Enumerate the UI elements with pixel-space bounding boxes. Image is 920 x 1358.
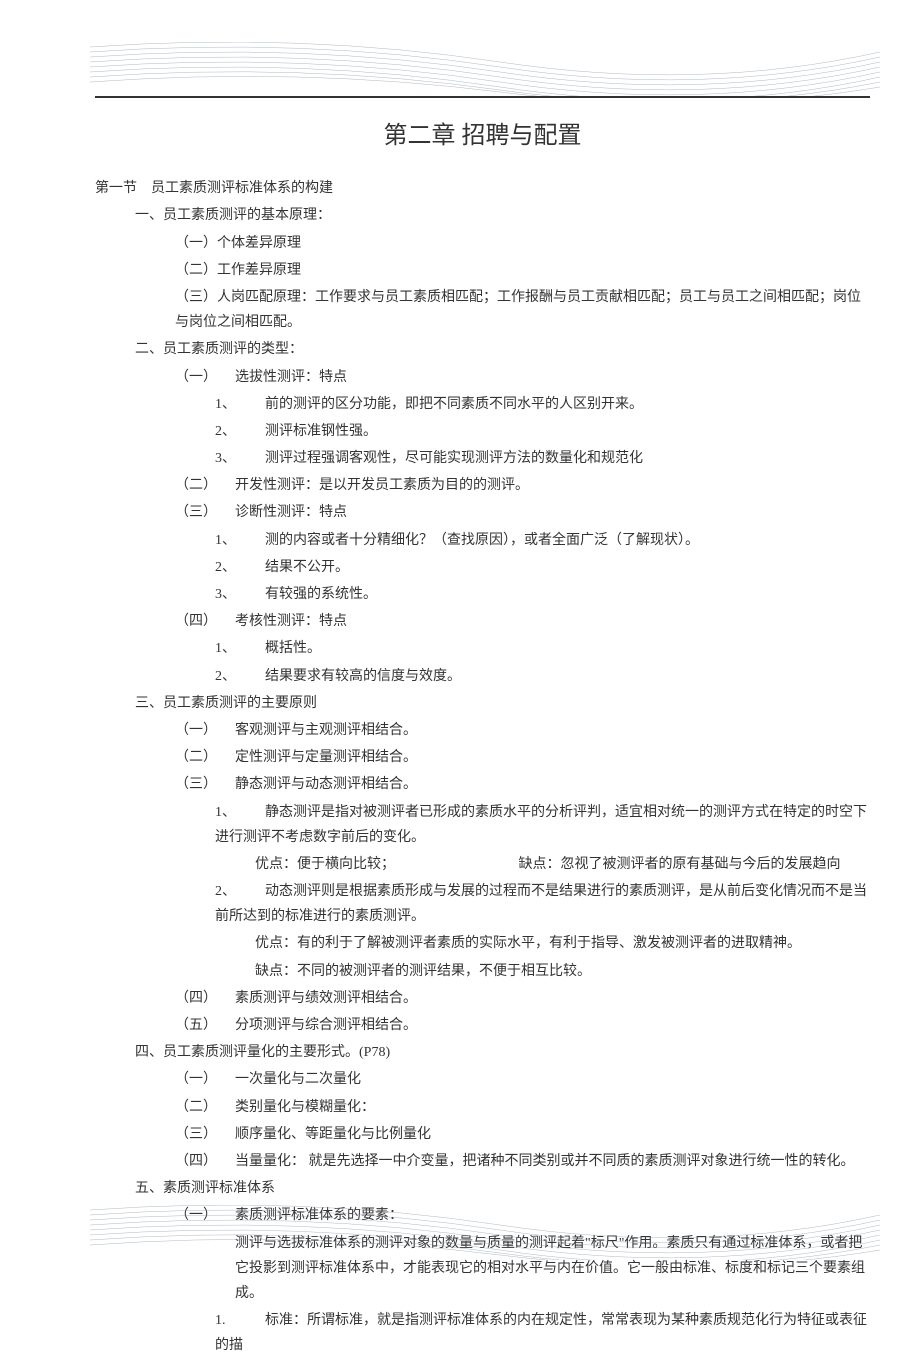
list-item: （一）一次量化与二次量化 <box>95 1067 870 1092</box>
list-item: （三）人岗匹配原理：工作要求与员工素质相匹配；工作报酬与员工贡献相匹配；员工与员… <box>95 285 870 335</box>
sub-heading: （二）开发性测评：是以开发员工素质为目的的测评。 <box>95 473 870 498</box>
list-item: 1、测的内容或者十分精细化？（查找原因），或者全面广泛（了解现状）。 <box>95 528 870 553</box>
list-item: （四）当量量化： 就是先选择一中介变量，把诸种不同类别或并不同质的素质测评对象进… <box>95 1149 870 1174</box>
list-item: （一）客观测评与主观测评相结合。 <box>95 718 870 743</box>
part-heading: 一、员工素质测评的基本原理： <box>95 203 870 228</box>
document-content: 第二章 招聘与配置 第一节 员工素质测评标准体系的构建 一、员工素质测评的基本原… <box>95 115 870 1202</box>
list-item: 1.标准：所谓标准，就是指测评标准体系的内在规定性，常常表现为某种素质规范化行为… <box>95 1308 870 1358</box>
chapter-title: 第二章 招聘与配置 <box>95 115 870 158</box>
list-item: （二）定性测评与定量测评相结合。 <box>95 745 870 770</box>
list-item: （三）顺序量化、等距量化与比例量化 <box>95 1122 870 1147</box>
list-item: 2、测评标准钢性强。 <box>95 419 870 444</box>
section-title: 第一节 员工素质测评标准体系的构建 <box>95 176 870 201</box>
footer-decoration <box>0 1205 920 1260</box>
advantage-disadvantage: 优点：便于横向比较； 缺点：忽视了被测评者的原有基础与今后的发展趋向 <box>95 852 870 877</box>
part-heading: 五、素质测评标准体系 <box>95 1176 870 1201</box>
part-heading: 二、员工素质测评的类型： <box>95 337 870 362</box>
sub-heading: （四）考核性测评：特点 <box>95 609 870 634</box>
list-item: （五）分项测评与综合测评相结合。 <box>95 1013 870 1038</box>
list-item: 2、动态测评则是根据素质形成与发展的过程而不是结果进行的素质测评，是从前后变化情… <box>95 879 870 929</box>
disadvantage: 缺点：不同的被测评者的测评结果，不便于相互比较。 <box>95 959 870 984</box>
list-item: 3、有较强的系统性。 <box>95 582 870 607</box>
advantage: 优点：有的利于了解被测评者素质的实际水平，有利于指导、激发被测评者的进取精神。 <box>95 931 870 956</box>
list-item: 1、前的测评的区分功能，即把不同素质不同水平的人区别开来。 <box>95 392 870 417</box>
header-rule <box>95 96 870 98</box>
sub-heading: （三）静态测评与动态测评相结合。 <box>95 772 870 797</box>
list-item: （一）个体差异原理 <box>95 231 870 256</box>
sub-heading: （一）选拔性测评：特点 <box>95 365 870 390</box>
header-decoration <box>0 42 920 97</box>
list-item: （二）类别量化与模糊量化： <box>95 1095 870 1120</box>
list-item: 2、结果不公开。 <box>95 555 870 580</box>
part-heading: 三、员工素质测评的主要原则 <box>95 691 870 716</box>
list-item: 3、测评过程强调客观性，尽可能实现测评方法的数量化和规范化 <box>95 446 870 471</box>
list-item: （四）素质测评与绩效测评相结合。 <box>95 986 870 1011</box>
list-item: 2、结果要求有较高的信度与效度。 <box>95 664 870 689</box>
list-item: 1、静态测评是指对被测评者已形成的素质水平的分析评判，适宜相对统一的测评方式在特… <box>95 800 870 850</box>
part-heading: 四、员工素质测评量化的主要形式。(P78) <box>95 1040 870 1065</box>
list-item: 1、概括性。 <box>95 636 870 661</box>
sub-heading: （三）诊断性测评：特点 <box>95 500 870 525</box>
list-item: （二）工作差异原理 <box>95 258 870 283</box>
